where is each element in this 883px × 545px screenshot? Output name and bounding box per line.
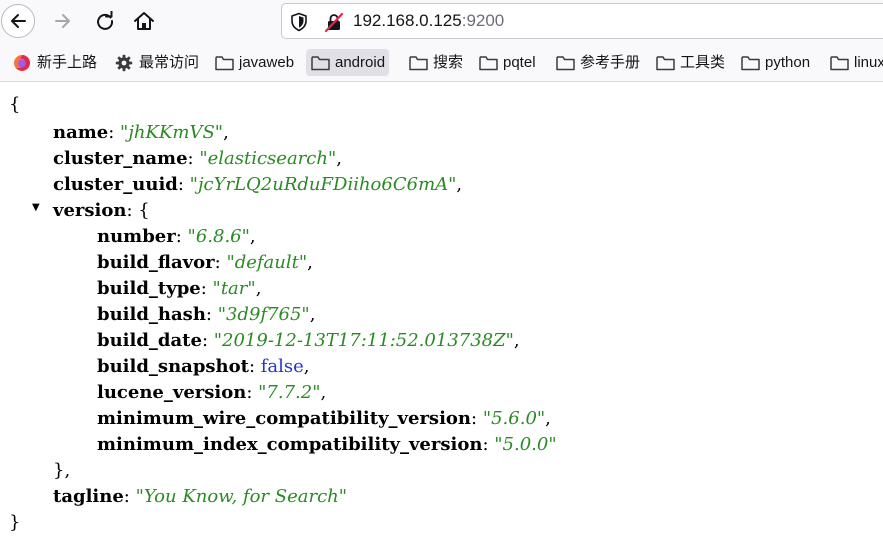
json-value: "5.6.0" [482, 408, 546, 429]
json-key: build_snapshot [97, 356, 249, 377]
browser-toolbar: 192.168.0.125:9200 [0, 0, 883, 44]
json-open-brace: { [9, 94, 21, 115]
bookmark-folder-python[interactable]: python [736, 49, 814, 76]
gear-icon [114, 53, 134, 73]
json-value: false [260, 356, 304, 377]
json-key: build_flavor [97, 252, 215, 273]
bookmark-label: 工具类 [680, 53, 726, 71]
json-value: "default" [226, 252, 308, 273]
folder-icon [214, 53, 234, 73]
json-row-build-flavor: build_flavor: "default", [97, 252, 313, 273]
json-key: name [53, 122, 109, 143]
json-value: "2019-12-13T17:11:52.013738Z" [213, 330, 514, 351]
bookmark-folder-linux[interactable]: linux [826, 49, 883, 76]
folder-icon [740, 53, 760, 73]
folder-icon [555, 53, 575, 73]
json-row-min-index-compat: minimum_index_compatibility_version: "5.… [97, 434, 557, 455]
json-key: version [53, 200, 127, 221]
json-key: cluster_uuid [53, 174, 178, 195]
json-value: "tar" [212, 278, 256, 299]
folder-icon [478, 53, 498, 73]
json-row-build-hash: build_hash: "3d9f765", [97, 304, 316, 325]
json-row-tagline: tagline: "You Know, for Search" [53, 486, 348, 507]
url-port: :9200 [461, 11, 505, 30]
address-bar[interactable]: 192.168.0.125:9200 [281, 3, 883, 39]
home-icon [134, 12, 154, 30]
json-row-number: number: "6.8.6", [97, 226, 256, 247]
json-row-min-wire-compat: minimum_wire_compatibility_version: "5.6… [97, 408, 551, 429]
bookmark-folder-pqtel[interactable]: pqtel [474, 49, 540, 76]
bookmark-folder-javaweb[interactable]: javaweb [210, 49, 298, 76]
url-host: 192.168.0.125 [353, 11, 462, 30]
bookmark-label: 最常访问 [139, 53, 200, 71]
folder-icon [408, 53, 428, 73]
json-key: number [97, 226, 176, 247]
json-value: "6.8.6" [187, 226, 250, 247]
arrow-left-icon [11, 14, 26, 28]
firefox-icon [12, 53, 32, 73]
bookmark-label: 参考手册 [580, 53, 641, 71]
json-value: "3d9f765" [217, 304, 310, 325]
json-close-brace: } [9, 512, 21, 533]
folder-icon [310, 53, 330, 73]
json-key: tagline [53, 486, 124, 507]
bookmark-label: python [765, 53, 811, 71]
json-viewer: { name: "jhKKmVS", cluster_name: "elasti… [0, 82, 883, 545]
bookmark-label: pqtel [503, 53, 536, 71]
folder-icon [655, 53, 675, 73]
bookmark-newbie[interactable]: 新手上路 [8, 49, 101, 76]
json-key: build_hash [97, 304, 206, 325]
bookmark-most-visited[interactable]: 最常访问 [110, 49, 203, 76]
bookmark-label: 搜索 [433, 53, 464, 71]
json-value: "You Know, for Search" [135, 486, 348, 507]
forward-button[interactable] [46, 4, 80, 38]
json-key: build_date [97, 330, 202, 351]
json-value: "jcYrLQ2uRduFDiiho6C6mA" [189, 174, 457, 195]
json-value: "elasticsearch" [199, 148, 337, 169]
bookmark-folder-tools[interactable]: 工具类 [651, 49, 729, 76]
insecure-lock-icon[interactable] [324, 12, 344, 36]
json-row-version: version: { [53, 200, 150, 221]
reload-button[interactable] [88, 4, 122, 38]
json-row-build-date: build_date: "2019-12-13T17:11:52.013738Z… [97, 330, 520, 351]
arrow-right-icon [55, 14, 70, 28]
reload-icon [97, 11, 114, 30]
json-row-cluster-name: cluster_name: "elasticsearch", [53, 148, 342, 169]
shield-icon[interactable] [290, 12, 308, 36]
json-key: lucene_version [97, 382, 247, 403]
json-row-cluster-uuid: cluster_uuid: "jcYrLQ2uRduFDiiho6C6mA", [53, 174, 463, 195]
json-row-lucene-version: lucene_version: "7.7.2", [97, 382, 327, 403]
bookmark-label: javaweb [239, 53, 295, 71]
bookmark-folder-search[interactable]: 搜索 [404, 49, 467, 76]
bookmark-label: 新手上路 [37, 53, 98, 71]
json-value: "7.7.2" [258, 382, 321, 403]
json-row-name: name: "jhKKmVS", [53, 122, 229, 143]
json-key: minimum_wire_compatibility_version [97, 408, 472, 429]
bookmark-folder-android[interactable]: android [306, 49, 390, 76]
json-row-build-snapshot: build_snapshot: false, [97, 356, 310, 377]
json-value: "jhKKmVS" [120, 122, 224, 143]
bookmark-label: android [335, 53, 386, 71]
json-key: minimum_index_compatibility_version [97, 434, 483, 455]
folder-icon [830, 53, 849, 73]
json-key: cluster_name [53, 148, 188, 169]
bookmark-folder-reference[interactable]: 参考手册 [551, 49, 644, 76]
json-row-build-type: build_type: "tar", [97, 278, 262, 299]
home-button[interactable] [127, 4, 161, 38]
url-text[interactable]: 192.168.0.125:9200 [353, 12, 504, 30]
back-button[interactable] [1, 4, 35, 38]
collapse-toggle[interactable]: ▼ [32, 203, 42, 213]
json-value: "5.0.0" [494, 434, 557, 455]
json-key: build_type [97, 278, 201, 299]
json-version-close: }, [53, 460, 71, 481]
bookmarks-toolbar: 新手上路 最常访问 javaweb android 搜索 pqtel 参考手册 … [0, 44, 883, 82]
bookmark-label: linux [854, 53, 883, 71]
